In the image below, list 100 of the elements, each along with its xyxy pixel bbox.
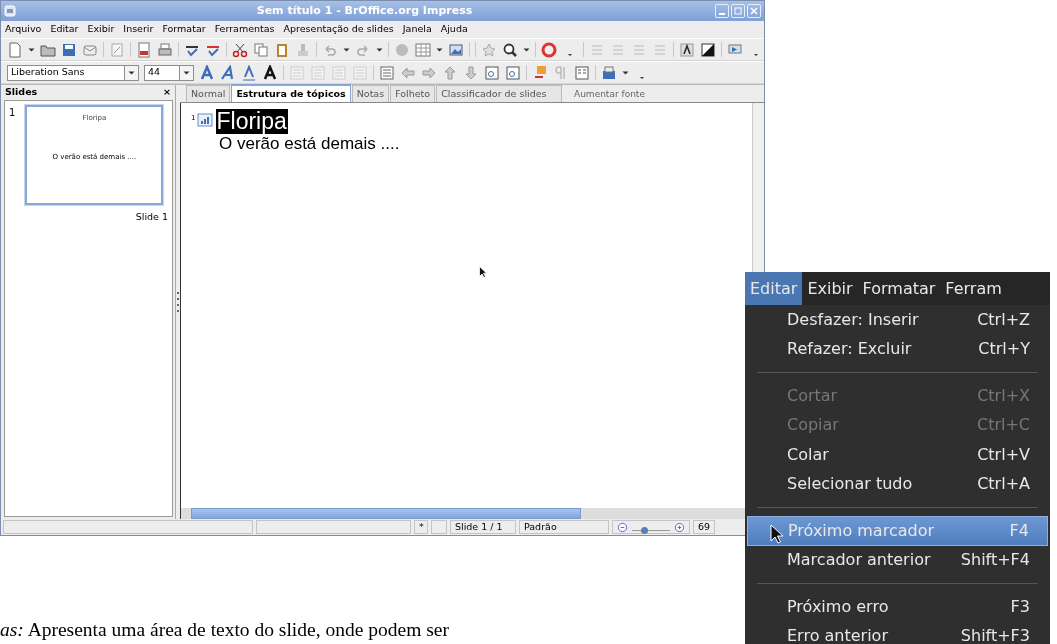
menu-item[interactable]: Ferram [940,272,1007,305]
minimize-icon [719,13,725,15]
pencil-icon[interactable] [109,41,125,58]
cursor-icon [479,266,487,278]
splitter-handle[interactable] [177,292,179,312]
zoom-in-icon[interactable] [674,521,685,533]
menu-item[interactable]: Desfazer: Inserir Ctrl+Z [745,305,1050,335]
text-box-icon[interactable] [484,64,500,81]
caret-icon [128,70,135,75]
caret-icon[interactable] [523,47,530,52]
slide-number: 1 [9,106,16,120]
maximize-button[interactable] [731,4,745,18]
menu-item[interactable]: Ferramentas [214,22,275,37]
dropdown-button[interactable] [124,64,139,81]
view-tab[interactable]: Notas [351,84,390,102]
menu-label: Marcador anterior [787,549,931,572]
menu-item[interactable]: Colar Ctrl+V [745,440,1050,470]
menu-item[interactable]: Ajuda [440,22,468,37]
caption-text: as: Apresenta uma área de texto do slide, onde podem ser [0,618,449,642]
star-icon[interactable] [481,41,497,58]
shortcut-text: Ctrl+V [977,443,1030,466]
table-icon[interactable] [415,41,431,58]
menu-item[interactable]: Marcador anterior Shift+F4 [745,545,1050,575]
outline-title: Floripa [216,109,288,134]
copy-icon[interactable] [253,41,269,58]
spelling-icon[interactable] [532,64,548,81]
menu-item[interactable]: Janela [402,22,432,37]
menu-item[interactable]: Apresentação de slides [283,22,394,37]
view-tab[interactable]: Classificador de slides [436,84,562,102]
caret-icon[interactable] [376,47,383,52]
font-name-field[interactable]: Liberation Sans [7,64,125,81]
cursor-icon [770,524,784,544]
font-size-field[interactable]: 44 [144,64,180,81]
image-icon[interactable] [448,41,464,58]
menu-item[interactable]: Inserir [123,22,154,37]
outline-text: O verão está demais .... [219,134,401,154]
arrow-down-icon[interactable] [463,64,479,81]
minimize-button[interactable] [715,4,729,18]
tooltip-text: Aumentar fonte [573,88,646,101]
gallery-icon[interactable] [601,64,617,81]
caret-icon[interactable] [436,47,443,52]
shortcut-text: F4 [1009,519,1029,542]
menu-label: Próximo marcador [788,519,934,542]
text-box-icon[interactable] [505,64,521,81]
menu-item[interactable]: Formatar [162,22,206,37]
lifebuoy-icon[interactable] [541,41,557,58]
menu-item[interactable]: Editar [50,22,79,37]
close-button[interactable] [747,4,761,18]
view-tab[interactable]: Normal [186,84,231,102]
italic-a-icon[interactable] [220,64,236,81]
menu-item[interactable]: Próximo erro F3 [745,592,1050,622]
dropdown-button[interactable] [179,64,194,81]
menu-item[interactable]: Refazer: Excluir Ctrl+Y [745,334,1050,364]
shortcut-text: Ctrl+Y [978,338,1030,361]
frame-icon[interactable] [574,64,590,81]
document-icon[interactable] [7,41,23,58]
close-icon [748,5,760,17]
clipboard-icon[interactable] [274,41,290,58]
menu-label: Erro anterior [787,625,888,644]
menu-label: Copiar [787,414,839,437]
chart-icon [197,112,214,128]
zoom-icon[interactable] [502,41,518,58]
menu-item[interactable]: Exibir [87,22,115,37]
menu-label: Próximo erro [787,595,889,618]
shortcut-text: Ctrl+A [977,473,1030,496]
save-icon[interactable] [61,41,77,58]
arrow-up-icon[interactable] [442,64,458,81]
menu-item[interactable]: Selecionar tudo Ctrl+A [745,469,1050,499]
font-color-icon[interactable] [679,41,695,58]
bullet-list-icon[interactable] [379,64,395,81]
scissors-icon[interactable] [232,41,248,58]
close-button[interactable]: × [163,85,171,100]
menu-item[interactable]: Arquivo [5,22,42,37]
slide-label: Slide 1 [134,210,168,224]
underline-a-icon[interactable] [241,64,257,81]
maximize-icon [732,5,744,17]
print-icon[interactable] [157,41,173,58]
shortcut-text: F3 [1010,595,1030,618]
caret-icon[interactable] [343,47,350,52]
slider-thumb[interactable] [640,526,648,534]
contrast-icon[interactable] [700,41,716,58]
menu-label: Cortar [787,384,838,407]
zoom-value: 69 [693,520,715,534]
layout-name: Padrão [519,520,609,534]
menu-item[interactable]: Formatar [857,272,941,305]
menu-item[interactable]: Exibir [802,272,858,305]
modified-indicator: * [414,520,428,534]
bold-a-icon[interactable] [199,64,215,81]
view-tab[interactable]: Folheto [390,84,436,102]
menu-item[interactable]: Erro anterior Shift+F3 [745,621,1050,644]
shortcut-text: Shift+F4 [960,549,1030,572]
brush-icon[interactable] [295,41,311,58]
menu-label: Desfazer: Inserir [787,308,919,331]
menu-item[interactable]: Editar [745,272,803,305]
pdf-icon[interactable] [136,41,152,58]
caret-icon[interactable] [622,70,629,75]
caret-icon[interactable] [28,47,35,52]
shortcut-text: Ctrl+C [976,414,1030,437]
shadow-a-icon[interactable] [262,64,278,81]
zoom-out-icon[interactable] [617,521,628,533]
